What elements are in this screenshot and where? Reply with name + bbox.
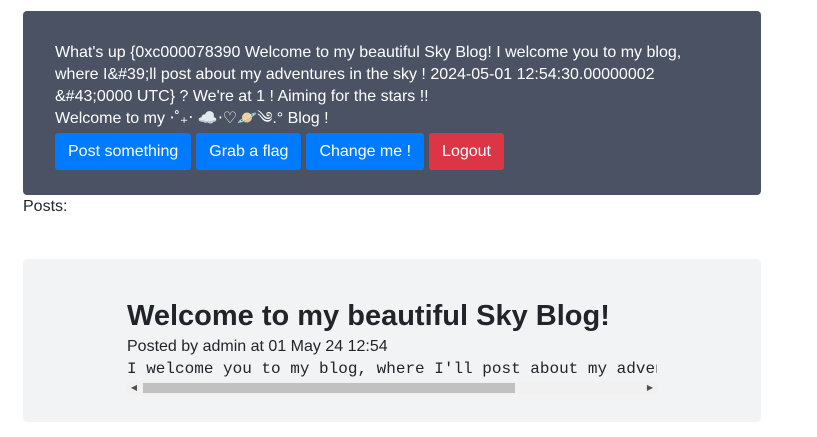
- post-body: I welcome you to my blog, where I'll pos…: [127, 360, 657, 378]
- action-buttons: Post something Grab a flag Change me ! L…: [55, 133, 729, 170]
- post-content: Welcome to my beautiful Sky Blog! Posted…: [127, 299, 657, 395]
- welcome-text: Welcome to my ⋅˚₊‧ ☁️⋅♡🪐༄.° Blog !: [55, 110, 329, 127]
- post-meta-mid: at: [246, 338, 269, 355]
- header-card: What's up {0xc000078390 Welcome to my be…: [23, 11, 761, 195]
- post-meta: Posted by admin at 01 May 24 12:54: [127, 337, 657, 357]
- scrollbar-thumb[interactable]: [143, 383, 515, 393]
- post-body-scroll-area[interactable]: I welcome you to my blog, where I'll pos…: [127, 358, 657, 380]
- logout-button[interactable]: Logout: [429, 133, 504, 170]
- post-something-button[interactable]: Post something: [55, 133, 192, 170]
- grab-flag-button[interactable]: Grab a flag: [196, 133, 302, 170]
- post-title: Welcome to my beautiful Sky Blog!: [127, 300, 610, 332]
- arrow-right-icon[interactable]: ▶: [643, 381, 657, 395]
- change-me-button[interactable]: Change me !: [306, 133, 425, 170]
- post-author: admin: [202, 338, 247, 355]
- post-card: Welcome to my beautiful Sky Blog! Posted…: [23, 259, 761, 422]
- greeting-text: What's up {0xc000078390 Welcome to my be…: [55, 44, 682, 105]
- posts-label: Posts:: [23, 198, 68, 215]
- post-meta-prefix: Posted by: [127, 338, 203, 355]
- post-date: 01 May 24 12:54: [268, 338, 388, 355]
- arrow-left-icon[interactable]: ◀: [127, 381, 141, 395]
- horizontal-scrollbar[interactable]: ◀ ▶: [127, 381, 657, 395]
- page: What's up {0xc000078390 Welcome to my be…: [0, 0, 817, 437]
